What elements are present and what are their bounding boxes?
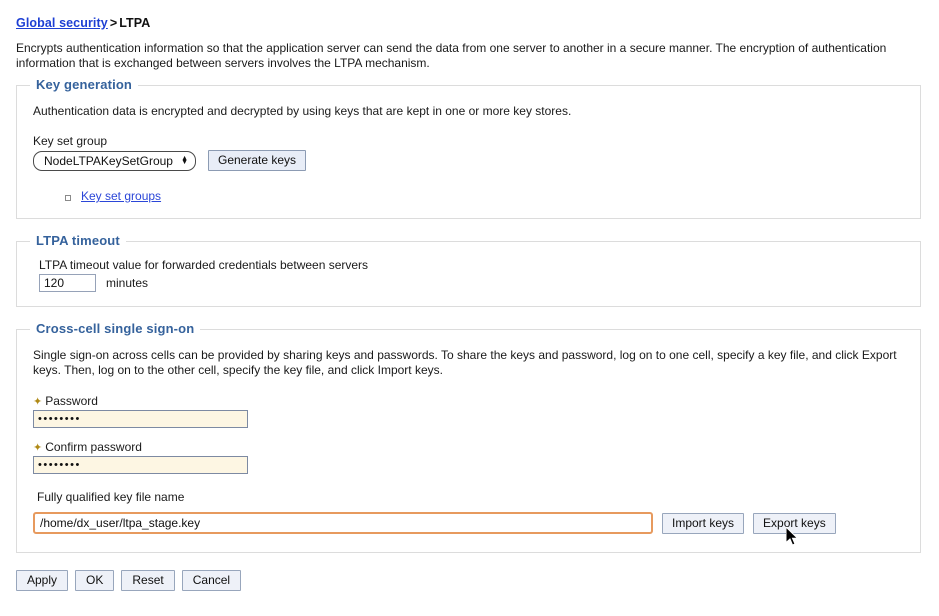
apply-button[interactable]: Apply: [16, 570, 68, 591]
ltpa-timeout-unit: minutes: [106, 276, 148, 290]
panel-ltpa-timeout: LTPA timeout LTPA timeout value for forw…: [16, 241, 921, 307]
square-bullet-icon: [65, 195, 71, 201]
list-item: Key set groups: [81, 189, 904, 204]
ltpa-timeout-label: LTPA timeout value for forwarded credent…: [39, 258, 904, 272]
breadcrumb-current-ltpa: LTPA: [119, 16, 150, 30]
key-set-groups-link[interactable]: Key set groups: [81, 189, 161, 203]
panel-cross-cell-sso-legend: Cross-cell single sign-on: [30, 321, 200, 336]
panel-cross-cell-sso: Cross-cell single sign-on Single sign-on…: [16, 329, 921, 553]
required-asterisk-icon: ✦: [33, 443, 42, 454]
panel-ltpa-timeout-legend: LTPA timeout: [30, 233, 126, 248]
password-label: ✦Password: [33, 394, 904, 408]
ltpa-timeout-input[interactable]: [39, 274, 96, 292]
password-label-text: Password: [45, 394, 98, 408]
page-description: Encrypts authentication information so t…: [16, 41, 906, 71]
keyfile-input[interactable]: [33, 512, 653, 534]
generate-keys-button[interactable]: Generate keys: [208, 150, 306, 171]
keyfile-input-wrap: [33, 512, 653, 534]
export-keys-button[interactable]: Export keys: [753, 513, 836, 534]
cross-cell-note: Single sign-on across cells can be provi…: [33, 348, 903, 378]
keyfile-label: Fully qualified key file name: [37, 490, 904, 504]
form-action-bar: Apply OK Reset Cancel: [16, 570, 939, 591]
breadcrumb-link-global-security[interactable]: Global security: [16, 16, 108, 30]
panel-key-generation: Key generation Authentication data is en…: [16, 85, 921, 219]
panel-key-generation-legend: Key generation: [30, 77, 138, 92]
key-set-group-select-wrap[interactable]: NodeLTPAKeySetGroup ▲▼: [33, 151, 196, 171]
key-generation-note: Authentication data is encrypted and dec…: [33, 104, 904, 119]
key-set-group-label: Key set group: [33, 134, 904, 148]
key-generation-links-list: Key set groups: [33, 189, 904, 204]
confirm-password-label: ✦Confirm password: [33, 440, 904, 454]
import-keys-button[interactable]: Import keys: [662, 513, 744, 534]
confirm-password-input[interactable]: [33, 456, 248, 474]
breadcrumb-separator: >: [108, 16, 119, 30]
key-set-group-select[interactable]: NodeLTPAKeySetGroup: [33, 151, 196, 171]
confirm-password-label-text: Confirm password: [45, 440, 142, 454]
required-asterisk-icon: ✦: [33, 397, 42, 408]
reset-button[interactable]: Reset: [121, 570, 174, 591]
password-input[interactable]: [33, 410, 248, 428]
breadcrumb: Global security>LTPA: [0, 0, 939, 30]
cancel-button[interactable]: Cancel: [182, 570, 241, 591]
ok-button[interactable]: OK: [75, 570, 114, 591]
